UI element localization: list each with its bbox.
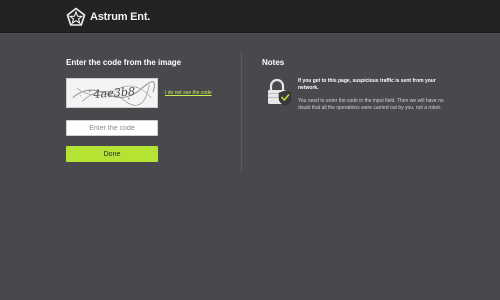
lock-shield-icon [268,78,291,106]
captcha-section: Enter the code from the image 4ae3b8 I d… [66,58,236,162]
done-button[interactable]: Done [66,146,158,162]
captcha-row: 4ae3b8 I do not see the code [66,78,212,108]
captcha-heading: Enter the code from the image [66,58,182,67]
astrum-star-logo-icon [66,7,86,26]
captcha-code-input[interactable] [66,120,158,136]
notes-description: You need to enter the code in the input … [298,98,444,111]
notes-heading: Notes [262,58,285,67]
notes-section: Notes If you get to this page, suspiciou… [262,58,452,111]
brand-logo[interactable]: Astrum Ent. [66,7,150,27]
suspicious-traffic-warning: If you get to this page, suspicious traf… [298,78,436,91]
captcha-image: 4ae3b8 [66,78,158,108]
cant-see-code-link[interactable]: I do not see the code [165,90,212,96]
section-divider [241,52,242,172]
brand-name: Astrum Ent. [90,11,151,23]
top-bar: Astrum Ent. [0,0,500,33]
